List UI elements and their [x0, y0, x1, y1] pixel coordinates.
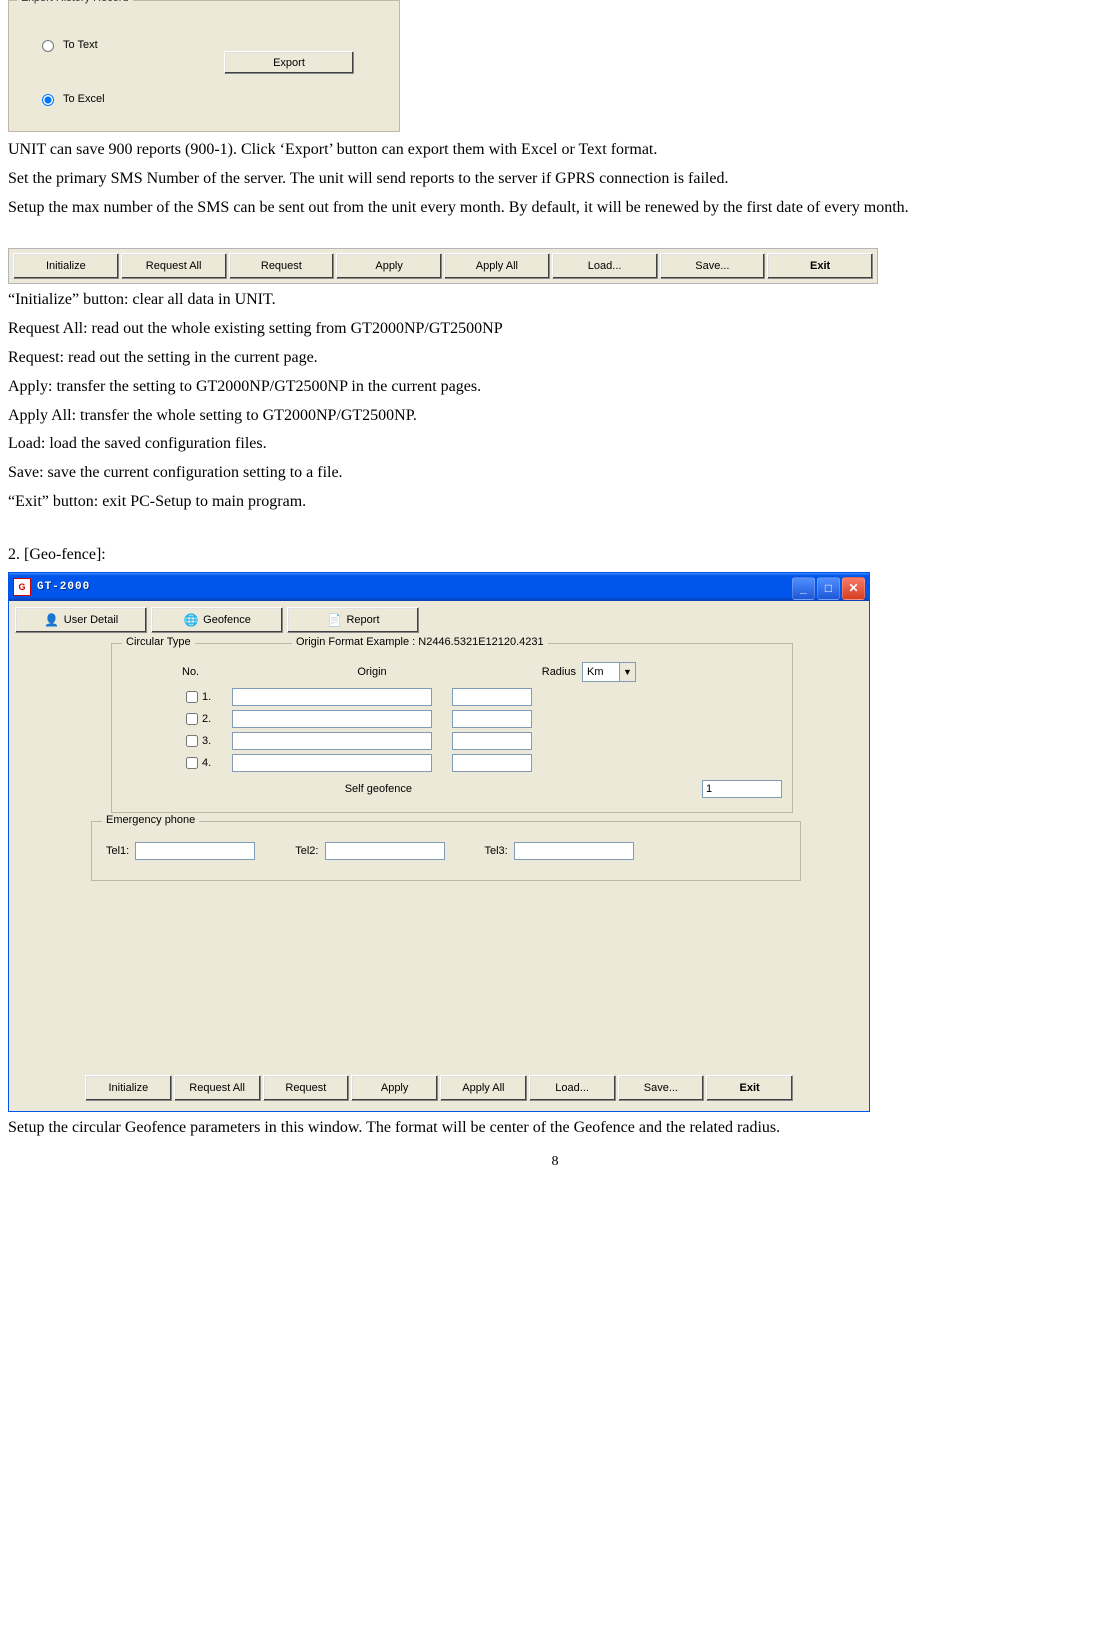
globe-icon: 🌐: [183, 612, 199, 628]
maximize-icon: □: [825, 581, 832, 595]
tel1-label: Tel1:: [106, 845, 129, 857]
row2-radius-input[interactable]: [452, 710, 532, 728]
body-text: “Initialize” button: clear all data in U…: [8, 288, 1102, 313]
radio-to-text[interactable]: To Text: [37, 37, 98, 52]
tel1-input[interactable]: [135, 842, 255, 860]
row1-origin-input[interactable]: [232, 688, 432, 706]
radius-header: Radius: [472, 666, 582, 678]
no-header: No.: [182, 666, 272, 678]
origin-example-text: Origin Format Example : N2446.5321E12120…: [292, 636, 548, 648]
save-button[interactable]: Save...: [618, 1075, 705, 1101]
chevron-down-icon: ▼: [619, 663, 635, 681]
row4-checkbox[interactable]: [186, 757, 198, 769]
body-text: Request: read out the setting in the cur…: [8, 346, 1102, 371]
tab-geofence[interactable]: 🌐 Geofence: [151, 607, 283, 633]
tab-report[interactable]: 📄 Report: [287, 607, 419, 633]
export-history-groupbox: Export History Record To Text To Excel E…: [8, 0, 400, 132]
tab-user-detail[interactable]: 👤 User Detail: [15, 607, 147, 633]
row2-no: 2.: [202, 713, 232, 725]
row1-checkbox[interactable]: [186, 691, 198, 703]
radio-to-text-label: To Text: [63, 39, 98, 51]
row4-radius-input[interactable]: [452, 754, 532, 772]
radio-to-excel-label: To Excel: [63, 93, 105, 105]
emergency-phone-groupbox: Emergency phone Tel1: Tel2: Tel3:: [91, 821, 801, 881]
tab-label: Geofence: [203, 614, 251, 626]
initialize-button[interactable]: Initialize: [85, 1075, 172, 1101]
row1-radius-input[interactable]: [452, 688, 532, 706]
request-all-button[interactable]: Request All: [174, 1075, 261, 1101]
request-button[interactable]: Request: [229, 253, 335, 279]
row1-no: 1.: [202, 691, 232, 703]
body-text: Setup the max number of the SMS can be s…: [8, 196, 1102, 221]
apply-all-button[interactable]: Apply All: [444, 253, 550, 279]
emergency-legend: Emergency phone: [102, 814, 199, 826]
row3-no: 3.: [202, 735, 232, 747]
window-toolbar: Initialize Request All Request Apply App…: [85, 1075, 793, 1101]
body-text: Set the primary SMS Number of the server…: [8, 167, 1102, 192]
main-toolbar: Initialize Request All Request Apply App…: [8, 248, 878, 284]
export-button[interactable]: Export: [224, 51, 354, 74]
body-text: Apply: transfer the setting to GT2000NP/…: [8, 375, 1102, 400]
radio-to-excel[interactable]: To Excel: [37, 91, 105, 106]
body-text: “Exit” button: exit PC-Setup to main pro…: [8, 490, 1102, 515]
body-text: Request All: read out the whole existing…: [8, 317, 1102, 342]
row2-origin-input[interactable]: [232, 710, 432, 728]
body-text: Apply All: transfer the whole setting to…: [8, 404, 1102, 429]
body-text: Setup the circular Geofence parameters i…: [8, 1116, 1102, 1141]
tel3-label: Tel3:: [485, 845, 508, 857]
exit-button[interactable]: Exit: [706, 1075, 793, 1101]
minimize-icon: _: [800, 581, 807, 595]
self-geofence-label: Self geofence: [122, 783, 432, 795]
app-icon: G: [13, 578, 31, 596]
apply-all-button[interactable]: Apply All: [440, 1075, 527, 1101]
body-text: Save: save the current configuration set…: [8, 461, 1102, 486]
page-number: 8: [8, 1154, 1102, 1170]
maximize-button[interactable]: □: [817, 577, 840, 600]
row2-checkbox[interactable]: [186, 713, 198, 725]
tel3-input[interactable]: [514, 842, 634, 860]
initialize-button[interactable]: Initialize: [13, 253, 119, 279]
row4-no: 4.: [202, 757, 232, 769]
load-button[interactable]: Load...: [529, 1075, 616, 1101]
tab-label: User Detail: [64, 614, 118, 626]
user-icon: 👤: [44, 612, 60, 628]
body-text: UNIT can save 900 reports (900-1). Click…: [8, 138, 1102, 163]
window-title: GT-2000: [37, 581, 90, 593]
apply-button[interactable]: Apply: [336, 253, 442, 279]
self-geofence-input[interactable]: [702, 780, 782, 798]
circular-legend: Circular Type: [122, 636, 195, 648]
export-legend: Export History Record: [17, 0, 133, 4]
row3-radius-input[interactable]: [452, 732, 532, 750]
apply-button[interactable]: Apply: [351, 1075, 438, 1101]
load-button[interactable]: Load...: [552, 253, 658, 279]
tel2-label: Tel2:: [295, 845, 318, 857]
radio-to-excel-input[interactable]: [42, 94, 54, 106]
gt2000-window: G GT-2000 _ □ ✕ 👤 User Detail 🌐 Geofence: [8, 572, 870, 1112]
section-heading: 2. [Geo-fence]:: [8, 543, 1102, 568]
row4-origin-input[interactable]: [232, 754, 432, 772]
request-button[interactable]: Request: [263, 1075, 350, 1101]
radio-to-text-input[interactable]: [42, 40, 54, 52]
save-button[interactable]: Save...: [660, 253, 766, 279]
circular-type-groupbox: Circular Type Origin Format Example : N2…: [111, 643, 793, 813]
minimize-button[interactable]: _: [792, 577, 815, 600]
radius-unit-select[interactable]: Km ▼: [582, 662, 636, 682]
exit-button[interactable]: Exit: [767, 253, 873, 279]
radius-unit-value: Km: [587, 666, 604, 678]
titlebar[interactable]: G GT-2000 _ □ ✕: [9, 573, 869, 601]
request-all-button[interactable]: Request All: [121, 253, 227, 279]
report-icon: 📄: [326, 612, 342, 628]
tel2-input[interactable]: [325, 842, 445, 860]
row3-origin-input[interactable]: [232, 732, 432, 750]
close-icon: ✕: [848, 581, 858, 595]
origin-header: Origin: [272, 666, 472, 678]
tab-label: Report: [346, 614, 379, 626]
body-text: Load: load the saved configuration files…: [8, 432, 1102, 457]
tabs-row: 👤 User Detail 🌐 Geofence 📄 Report: [15, 607, 863, 633]
row3-checkbox[interactable]: [186, 735, 198, 747]
close-button[interactable]: ✕: [842, 577, 865, 600]
